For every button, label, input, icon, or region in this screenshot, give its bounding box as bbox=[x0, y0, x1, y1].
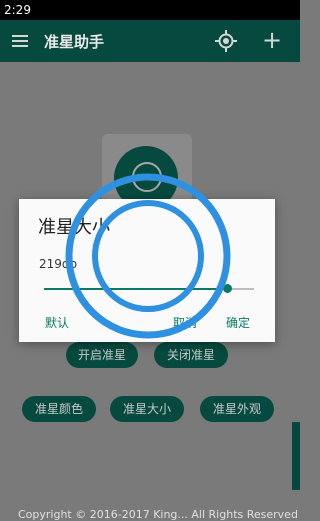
open-crosshair-button[interactable]: 开启准星 bbox=[66, 342, 138, 368]
crosshair-color-button[interactable]: 准星颜色 bbox=[22, 396, 96, 422]
size-slider-thumb[interactable] bbox=[222, 284, 232, 293]
size-dialog: 准星大小 219dp 默认 取消 确定 bbox=[19, 199, 275, 342]
crosshair-preview-icon bbox=[132, 162, 162, 192]
size-slider[interactable] bbox=[44, 284, 254, 293]
copyright-text: Copyright © 2016-2017 King... All Rights… bbox=[18, 508, 298, 521]
cancel-button[interactable]: 取消 bbox=[173, 314, 197, 331]
crosshair-size-button[interactable]: 准星大小 bbox=[110, 396, 184, 422]
plus-icon[interactable]: + bbox=[262, 28, 282, 52]
target-icon[interactable] bbox=[215, 30, 237, 52]
status-bar: 2:29 bbox=[0, 0, 300, 20]
ok-button[interactable]: 确定 bbox=[226, 314, 250, 331]
dialog-title: 准星大小 bbox=[38, 217, 110, 238]
side-tab[interactable] bbox=[292, 422, 300, 490]
app-bar: 准星助手 + bbox=[0, 20, 300, 62]
app-title: 准星助手 bbox=[44, 33, 105, 51]
default-button[interactable]: 默认 bbox=[45, 314, 69, 331]
crosshair-style-button[interactable]: 准星外观 bbox=[200, 396, 274, 422]
close-crosshair-button[interactable]: 关闭准星 bbox=[154, 342, 228, 368]
size-slider-fill bbox=[44, 288, 227, 290]
status-time: 2:29 bbox=[4, 3, 31, 17]
menu-icon[interactable] bbox=[12, 35, 28, 47]
size-value: 219dp bbox=[39, 257, 78, 271]
